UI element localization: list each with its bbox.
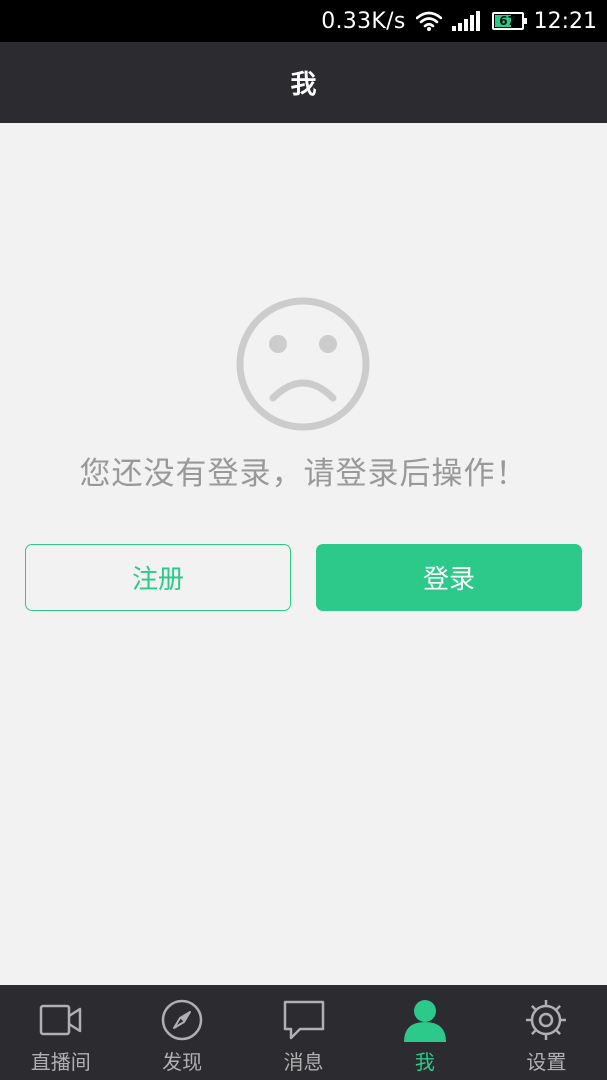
- login-button[interactable]: 登录: [316, 544, 582, 611]
- login-prompt-message: 您还没有登录，请登录后操作！: [79, 456, 528, 492]
- battery-icon: 67: [491, 12, 527, 30]
- status-time: 12:21: [533, 8, 597, 34]
- video-camera-icon: [38, 997, 84, 1043]
- wifi-icon: [415, 11, 442, 31]
- nav-item-discover[interactable]: 发现: [121, 985, 242, 1080]
- nav-label: 直播间: [30, 1050, 91, 1074]
- network-speed: 0.33K/s: [321, 8, 406, 34]
- nav-label: 发现: [162, 1050, 203, 1074]
- page-title: 我: [290, 70, 317, 100]
- nav-label: 我: [414, 1050, 435, 1074]
- me-screen: 0.33K/s 67 12:21 我 您还没有登录，请登录后操作！ 注册 登录 …: [0, 0, 607, 1080]
- nav-item-me[interactable]: 我: [364, 985, 485, 1080]
- nav-item-settings[interactable]: 设置: [486, 985, 607, 1080]
- title-bar: 我: [0, 42, 607, 123]
- register-button[interactable]: 注册: [25, 544, 291, 611]
- nav-item-live-room[interactable]: 直播间: [0, 985, 121, 1080]
- compass-icon: [159, 997, 205, 1043]
- battery-level: 67: [499, 14, 516, 28]
- nav-label: 设置: [526, 1050, 567, 1074]
- bottom-nav: 直播间 发现 消息 我 设置: [0, 985, 607, 1080]
- gear-icon: [523, 997, 569, 1043]
- sad-face-icon: [234, 295, 372, 433]
- chat-bubble-icon: [281, 997, 327, 1043]
- user-icon: [402, 997, 448, 1043]
- status-bar: 0.33K/s 67 12:21: [0, 0, 607, 42]
- signal-icon: [451, 11, 482, 31]
- nav-item-messages[interactable]: 消息: [243, 985, 364, 1080]
- nav-label: 消息: [283, 1050, 324, 1074]
